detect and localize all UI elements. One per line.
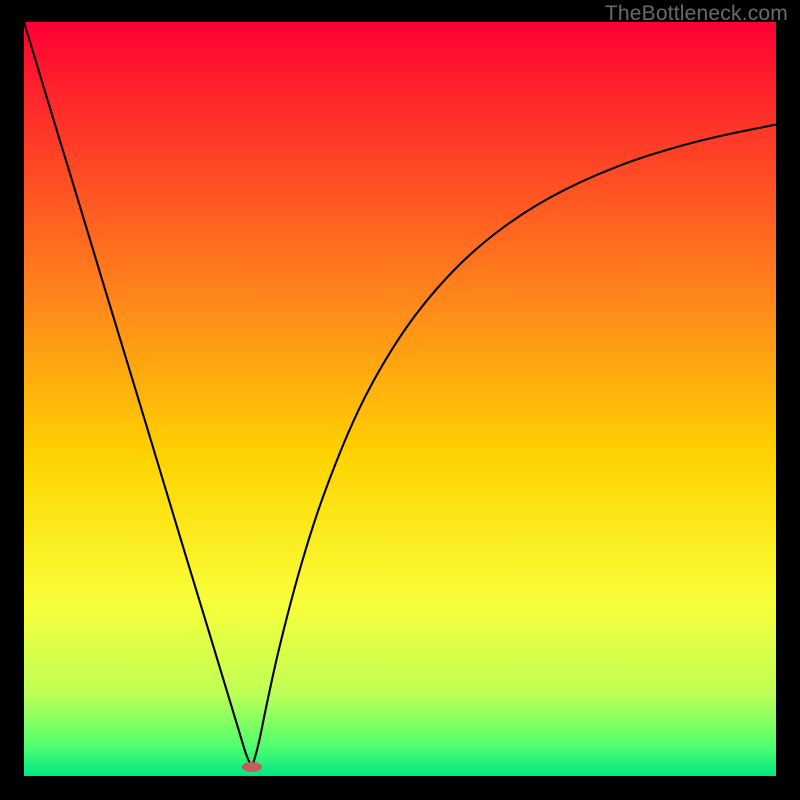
optimum-marker	[242, 762, 262, 772]
chart-frame	[24, 22, 776, 776]
chart-area	[24, 22, 776, 776]
gradient-background	[24, 22, 776, 776]
bottleneck-chart	[24, 22, 776, 776]
